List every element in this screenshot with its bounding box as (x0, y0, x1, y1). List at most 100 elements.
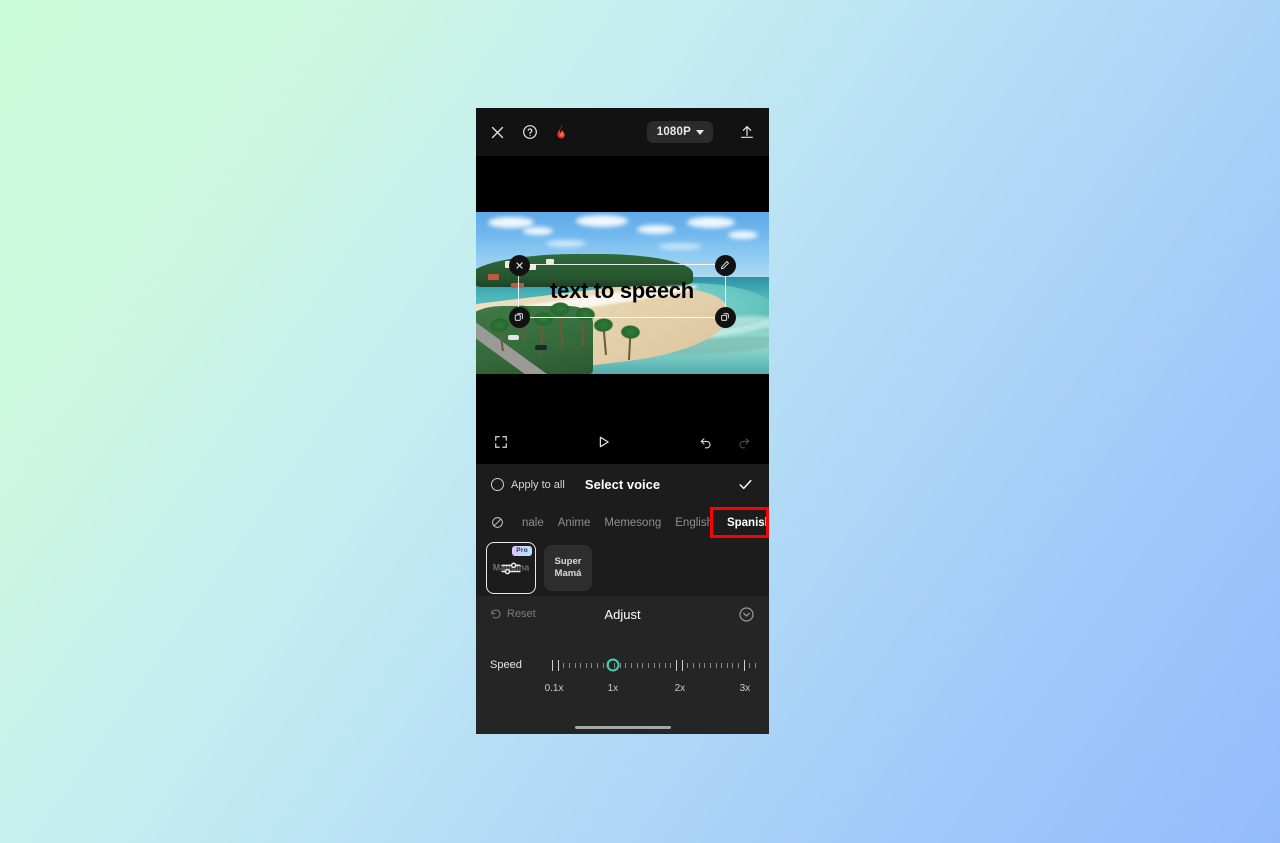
slider-tick (597, 662, 599, 668)
slider-tick (721, 662, 723, 668)
close-x-icon (515, 261, 524, 270)
reset-button[interactable]: Reset (490, 608, 536, 620)
video-frame: text to speech (476, 212, 769, 374)
slider-tick (580, 662, 582, 668)
adjust-panel: Reset Adjust Speed 0.1x 1x 2x 3x (476, 596, 769, 712)
slider-tick (563, 662, 565, 668)
slider-tick (625, 662, 627, 668)
slider-tick (630, 662, 632, 668)
slider-tick (602, 662, 604, 668)
voice-card-maquina[interactable]: Maquina Pro (486, 542, 536, 594)
building (487, 273, 499, 280)
pro-badge: Pro (512, 546, 532, 557)
text-overlay-selection[interactable]: text to speech (508, 254, 736, 328)
slider-tick (732, 662, 734, 668)
apply-to-all-toggle[interactable]: Apply to all (491, 478, 565, 491)
slider-tick (726, 662, 728, 668)
slider-tick (715, 662, 717, 668)
voice-card-label: Super Mamá (554, 556, 582, 579)
close-icon[interactable] (490, 125, 505, 140)
player-controls (476, 420, 769, 464)
speed-scale-label: 0.1x (544, 683, 564, 694)
no-voice-slash-icon[interactable] (491, 516, 504, 529)
rotate-resize-icon (720, 312, 730, 322)
slider-tick (591, 662, 593, 668)
car (534, 344, 547, 350)
slider-tick (642, 662, 644, 668)
voice-category-tabs: nale Anime Memesong English Spanish (476, 505, 769, 540)
speed-scale-labels: 0.1x 1x 2x 3x (545, 683, 755, 699)
duplicate-overlay-handle[interactable] (508, 306, 530, 328)
slider-tick (704, 662, 706, 668)
rotate-resize-overlay-handle[interactable] (714, 306, 736, 328)
resolution-dropdown[interactable]: 1080P (646, 121, 713, 143)
slider-tick (738, 662, 740, 668)
resolution-label: 1080P (656, 126, 691, 138)
cloud (487, 216, 534, 228)
slider-tick (664, 662, 666, 668)
slider-tick (653, 662, 655, 668)
cloud (686, 216, 735, 228)
undo-arrow-icon[interactable] (699, 435, 713, 449)
apply-to-all-label: Apply to all (511, 478, 565, 491)
question-mark-circle-icon[interactable] (522, 124, 538, 140)
voice-card-super-mama[interactable]: Super Mamá (544, 545, 592, 591)
duplicate-copy-icon (514, 312, 524, 322)
chevron-down-icon (696, 129, 704, 135)
slider-tick (692, 662, 694, 668)
voice-category-spanish[interactable]: Spanish (727, 517, 769, 529)
top-toolbar: 1080P (476, 108, 769, 156)
edit-overlay-handle[interactable] (714, 254, 736, 276)
reset-label: Reset (507, 608, 536, 620)
slider-ticks (552, 659, 756, 671)
slider-tick (552, 659, 553, 671)
slider-tick (743, 659, 745, 671)
adjust-panel-header: Reset Adjust (476, 596, 769, 632)
slider-tick (687, 662, 689, 668)
cloud (522, 226, 553, 235)
pencil-edit-icon (720, 260, 730, 270)
cloud (657, 242, 702, 250)
speed-label: Speed (490, 659, 522, 671)
home-indicator-bar (574, 725, 671, 729)
voice-card-list: Maquina Pro Super Mamá (476, 540, 769, 596)
delete-overlay-handle[interactable] (508, 254, 530, 276)
video-preview[interactable]: text to speech (476, 212, 769, 374)
chevron-down-circle-icon[interactable] (738, 606, 755, 623)
phone-screen: 1080P text to speech Apply to all Select… (476, 108, 769, 734)
speed-slider[interactable] (552, 654, 756, 676)
slider-tick (647, 662, 649, 668)
cloud (546, 239, 587, 247)
slider-tick (568, 662, 570, 668)
home-indicator-area (476, 712, 769, 734)
slider-tick (619, 662, 621, 668)
cloud (637, 224, 676, 234)
voice-category-anime[interactable]: Anime (558, 517, 591, 529)
slider-tick (698, 662, 700, 668)
speed-scale-label: 3x (739, 683, 751, 694)
slider-tick (749, 662, 751, 668)
slider-tick (670, 662, 672, 668)
voice-category-male[interactable]: nale (522, 517, 544, 529)
slider-tick (574, 662, 576, 668)
redo-arrow-icon[interactable] (737, 435, 751, 449)
speed-control: Speed 0.1x 1x 2x 3x (476, 632, 769, 699)
voice-panel-header: Apply to all Select voice (476, 464, 769, 505)
slider-tick (636, 662, 638, 668)
upload-export-icon[interactable] (739, 124, 755, 140)
slider-tick (557, 659, 559, 671)
radio-circle-icon (491, 478, 504, 491)
play-button[interactable] (596, 434, 611, 450)
voice-category-memesong[interactable]: Memesong (604, 517, 661, 529)
confirm-button[interactable] (737, 476, 754, 493)
slider-tick (585, 662, 587, 668)
voice-category-english[interactable]: English (675, 517, 713, 529)
slider-tick (676, 659, 678, 671)
reset-circular-arrow-icon (490, 608, 502, 620)
slider-tick (709, 662, 711, 668)
flame-icon[interactable] (555, 123, 569, 141)
speed-slider-handle[interactable] (606, 658, 620, 672)
fullscreen-expand-icon[interactable] (494, 435, 508, 449)
sliders-adjust-icon (500, 560, 522, 576)
car (508, 335, 520, 341)
